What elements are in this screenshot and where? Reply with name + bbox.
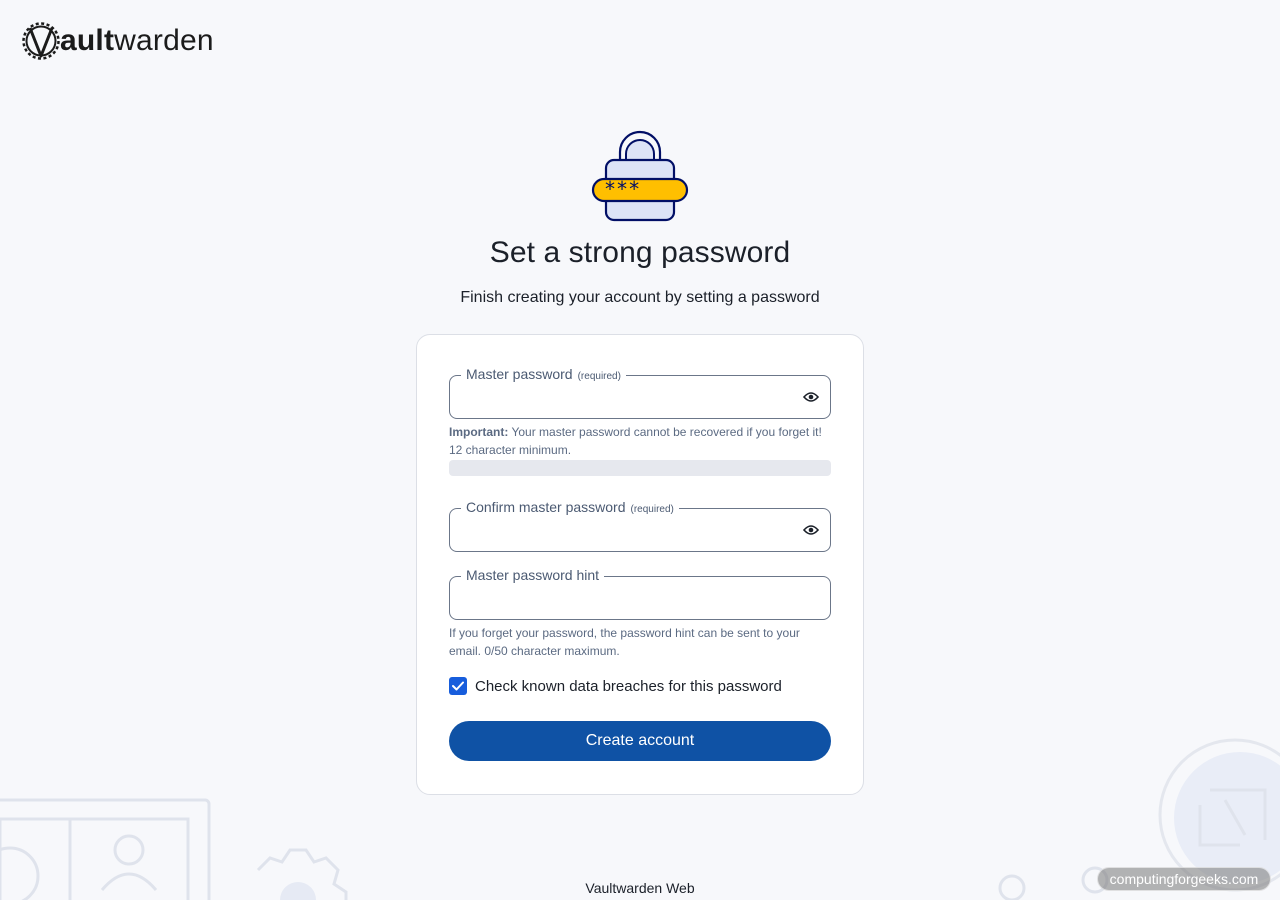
breach-check-checkbox[interactable] [449, 677, 467, 695]
lock-password-icon: ***__ [591, 130, 689, 222]
page-title: Set a strong password [489, 236, 791, 269]
eye-icon [803, 392, 819, 402]
toggle-visibility-button[interactable] [800, 520, 822, 540]
required-marker: (required) [577, 371, 621, 382]
check-icon [452, 681, 464, 691]
svg-text:***__: ***__ [604, 177, 665, 201]
toggle-visibility-button[interactable] [800, 387, 822, 407]
password-hint-label: Master password hint [461, 567, 605, 583]
footer-text: Vaultwarden Web [585, 880, 695, 896]
page: aultwarden ***__ Set a strong password F… [0, 0, 1280, 900]
password-strength-meter [449, 460, 831, 476]
confirm-password-field[interactable]: Confirm master password (required) [449, 499, 831, 552]
password-hint-field[interactable]: Master password hint [449, 567, 831, 620]
master-password-field[interactable]: Master password (required) [449, 366, 831, 419]
eye-icon [803, 525, 819, 535]
create-account-button[interactable]: Create account [449, 721, 831, 761]
gear-logo-icon [22, 22, 60, 60]
confirm-password-label: Confirm master password (required) [461, 499, 679, 515]
vaultwarden-logo[interactable]: aultwarden [20, 20, 214, 62]
logo-wordmark: aultwarden [60, 24, 214, 57]
master-password-input[interactable] [462, 384, 792, 410]
master-password-label: Master password (required) [461, 366, 626, 382]
password-hint-input[interactable] [462, 585, 818, 611]
set-password-form-card: Master password (required) Important: Yo… [416, 334, 864, 795]
breach-check-label: Check known data breaches for this passw… [475, 677, 782, 695]
confirm-password-input[interactable] [462, 517, 792, 543]
password-hint-help: If you forget your password, the passwor… [449, 626, 800, 658]
breach-check-option[interactable]: Check known data breaches for this passw… [449, 677, 782, 695]
page-subtitle: Finish creating your account by setting … [460, 289, 820, 306]
required-marker: (required) [630, 504, 674, 515]
master-password-help: Important: Your master password cannot b… [449, 425, 822, 457]
watermark-badge: computingforgeeks.com [1097, 867, 1271, 891]
